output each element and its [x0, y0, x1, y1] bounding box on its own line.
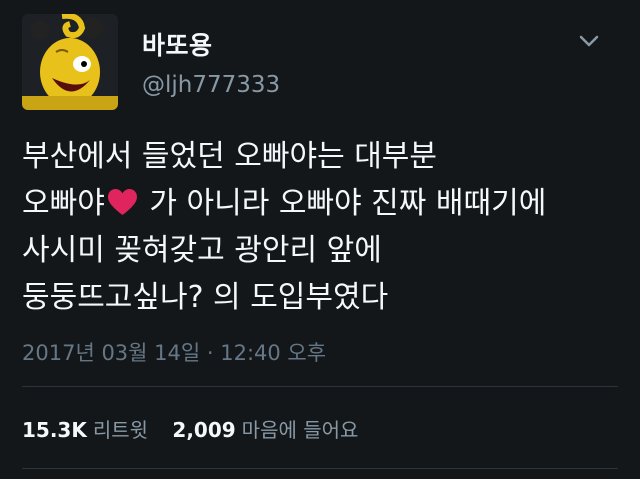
- tweet-timestamp[interactable]: 2017년 03월 14일 · 12:40 오후: [22, 337, 326, 367]
- likes-label: 마음에 들어요: [241, 418, 359, 442]
- tweet-line: 오빠야 가 아니라 오빠야 진짜 배때기에: [22, 180, 622, 227]
- tweet-line: 사시미 꽂혀갖고 광안리 앞에: [22, 233, 382, 268]
- likes-stat[interactable]: 2,009 마음에 들어요: [172, 414, 358, 443]
- avatar-image: [22, 14, 118, 110]
- avatar[interactable]: [22, 14, 118, 110]
- chevron-down-icon[interactable]: [574, 30, 604, 52]
- heart-emoji-icon: [107, 188, 137, 216]
- tweet-line: 부산에서 들었던 오빠야는 대부분: [22, 139, 438, 174]
- tweet-fragment: 오빠야: [22, 186, 105, 221]
- display-name[interactable]: 바또용: [142, 26, 213, 62]
- retweets-stat[interactable]: 15.3K 리트윗: [22, 414, 148, 443]
- tweet-fragment: 가 아니라 오빠야 진짜 배때기에: [149, 186, 547, 221]
- retweets-label: 리트윗: [92, 418, 149, 442]
- likes-count: 2,009: [172, 418, 236, 442]
- divider: [22, 386, 618, 387]
- tweet-text: 부산에서 들었던 오빠야는 대부분 오빠야 가 아니라 오빠야 진짜 배때기에 …: [22, 133, 622, 321]
- tweet-line: 둥둥뜨고싶나? 의 도입부였다: [22, 280, 389, 315]
- divider: [22, 468, 618, 469]
- retweets-count: 15.3K: [22, 418, 87, 442]
- tweet-stats: 15.3K 리트윗 2,009 마음에 들어요: [22, 414, 376, 443]
- user-handle[interactable]: @ljh777333: [142, 72, 280, 98]
